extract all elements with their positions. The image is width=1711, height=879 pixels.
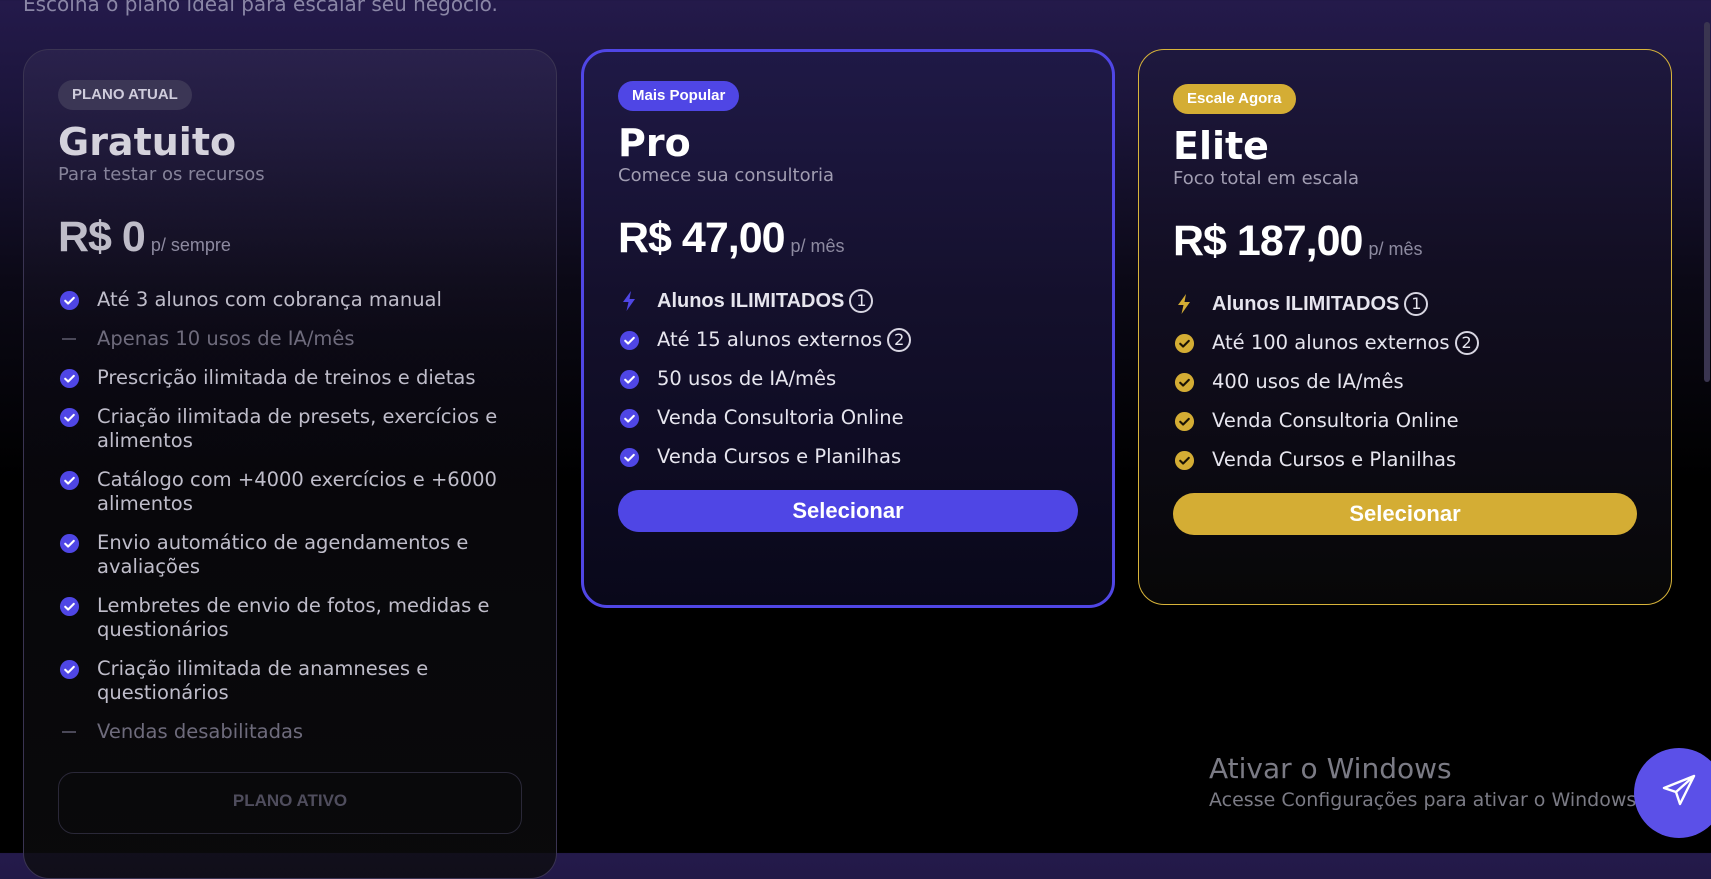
current-plan-badge: PLANO ATUAL <box>58 80 192 110</box>
feature-item: Até 15 alunos externos 2 <box>618 328 1078 352</box>
feature-item: Prescrição ilimitada de treinos e dietas <box>58 366 522 390</box>
select-pro-button[interactable]: Selecionar <box>618 490 1078 532</box>
plan-price: R$ 187,00 <box>1173 217 1363 265</box>
feature-item: Criação ilimitada de presets, exercícios… <box>58 405 522 453</box>
feature-list: Alunos ILIMITADOS 1 Até 15 alunos extern… <box>618 289 1078 469</box>
scale-badge: Escale Agora <box>1173 84 1296 114</box>
watermark-title: Ativar o Windows <box>1209 752 1452 785</box>
check-icon <box>618 368 640 390</box>
check-icon <box>58 595 80 617</box>
send-icon <box>1661 773 1697 814</box>
feature-item: Lembretes de envio de fotos, medidas e q… <box>58 594 522 642</box>
plan-price: R$ 0 <box>58 213 146 261</box>
plan-card-pro: Mais Popular Pro Comece sua consultoria … <box>581 49 1115 608</box>
dash-icon <box>58 721 80 743</box>
send-message-button[interactable] <box>1634 748 1711 838</box>
plan-period: p/ mês <box>790 236 845 256</box>
feature-item: Vendas desabilitadas <box>58 720 522 744</box>
feature-item: Venda Consultoria Online <box>618 406 1078 430</box>
feature-item: 50 usos de IA/mês <box>618 367 1078 391</box>
feature-item: Venda Cursos e Planilhas <box>618 445 1078 469</box>
check-icon <box>618 329 640 351</box>
plan-price: R$ 47,00 <box>618 214 786 262</box>
windows-activation-watermark: Ativar o Windows Acesse Configurações pa… <box>1209 752 1642 811</box>
footnote-marker[interactable]: 1 <box>1404 292 1429 316</box>
check-icon <box>58 406 80 428</box>
feature-list: Alunos ILIMITADOS 1 Até 100 alunos exter… <box>1173 292 1637 472</box>
plan-name: Gratuito <box>58 120 237 164</box>
plan-name: Elite <box>1173 124 1269 168</box>
feature-item: Até 100 alunos externos 2 <box>1173 331 1637 355</box>
check-icon <box>58 289 80 311</box>
page-scrollbar[interactable] <box>1703 0 1711 853</box>
popular-badge: Mais Popular <box>618 81 740 111</box>
dash-icon <box>58 328 80 350</box>
check-icon <box>58 658 80 680</box>
check-icon <box>1173 449 1195 471</box>
footnote-marker[interactable]: 2 <box>887 328 912 352</box>
plan-description: Comece sua consultoria <box>618 165 835 186</box>
feature-item: Alunos ILIMITADOS 1 <box>1173 292 1637 316</box>
feature-item: Venda Consultoria Online <box>1173 409 1637 433</box>
feature-item: Criação ilimitada de anamneses e questio… <box>58 657 522 705</box>
footnote-marker[interactable]: 1 <box>849 289 874 313</box>
check-icon <box>58 367 80 389</box>
plan-card-gratuito: PLANO ATUAL Gratuito Para testar os recu… <box>23 49 557 879</box>
plan-period: p/ mês <box>1368 239 1423 259</box>
feature-item: Até 3 alunos com cobrança manual <box>58 288 522 312</box>
plan-description: Para testar os recursos <box>58 164 265 185</box>
check-icon <box>58 532 80 554</box>
check-icon <box>618 446 640 468</box>
check-icon <box>1173 371 1195 393</box>
plan-name: Pro <box>618 121 691 165</box>
feature-item: Envio automático de agendamentos e avali… <box>58 531 522 579</box>
check-icon <box>1173 332 1195 354</box>
plan-card-elite: Escale Agora Elite Foco total em escala … <box>1138 49 1672 605</box>
feature-item: Venda Cursos e Planilhas <box>1173 448 1637 472</box>
feature-item: 400 usos de IA/mês <box>1173 370 1637 394</box>
check-icon <box>618 407 640 429</box>
feature-item: Apenas 10 usos de IA/mês <box>58 327 522 351</box>
watermark-subtitle: Acesse Configurações para ativar o Windo… <box>1209 789 1643 811</box>
lightning-icon <box>618 290 640 312</box>
feature-item: Catálogo com +4000 exercícios e +6000 al… <box>58 468 522 516</box>
select-elite-button[interactable]: Selecionar <box>1173 493 1637 535</box>
lightning-icon <box>1173 293 1195 315</box>
scrollbar-thumb[interactable] <box>1704 22 1710 382</box>
plan-description: Foco total em escala <box>1173 168 1359 189</box>
feature-item: Alunos ILIMITADOS 1 <box>618 289 1078 313</box>
feature-list: Até 3 alunos com cobrança manual Apenas … <box>58 288 522 744</box>
check-icon <box>58 469 80 491</box>
active-plan-button: PLANO ATIVO <box>58 772 522 834</box>
plan-period: p/ sempre <box>150 235 231 255</box>
page-subtitle: Escolha o plano ideal para escalar seu n… <box>23 0 498 16</box>
check-icon <box>1173 410 1195 432</box>
footnote-marker[interactable]: 2 <box>1454 331 1479 355</box>
